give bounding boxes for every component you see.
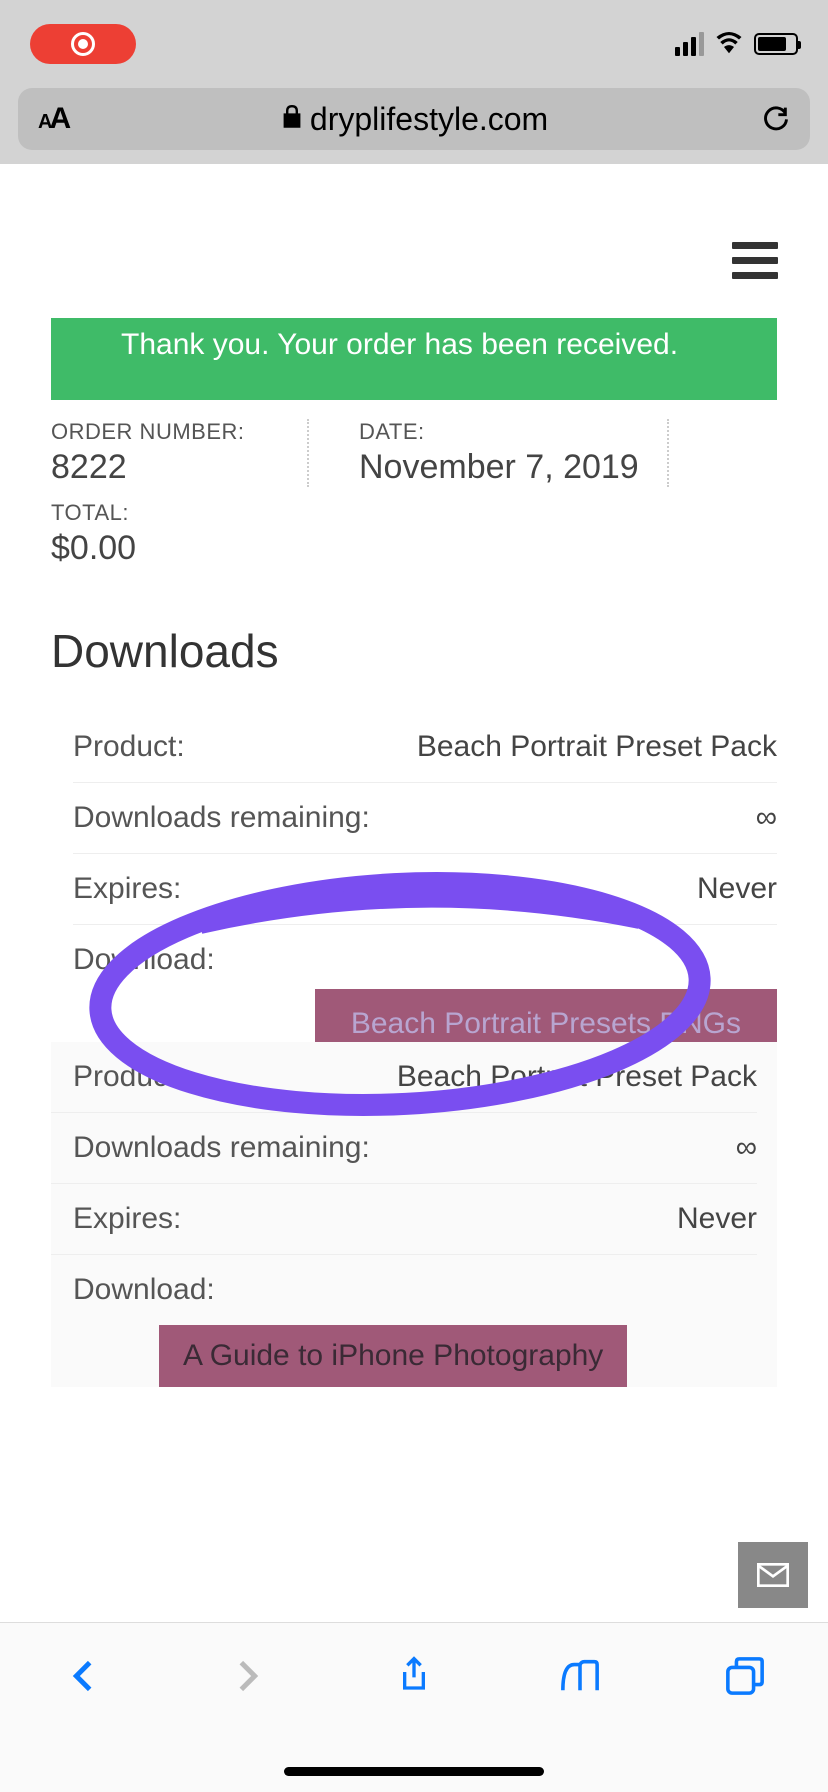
total-label: TOTAL:: [51, 500, 777, 526]
status-bar: [0, 0, 828, 88]
order-number-label: ORDER NUMBER:: [51, 419, 309, 445]
expires-value: Never: [697, 872, 777, 906]
product-value: Beach Portrait Preset Pack: [397, 1060, 757, 1094]
download-item: Product: Beach Portrait Preset Pack Down…: [51, 1042, 777, 1387]
expires-value: Never: [677, 1202, 757, 1236]
cellular-signal-icon: [675, 32, 704, 56]
mail-widget[interactable]: [738, 1542, 808, 1608]
bookmarks-button[interactable]: [555, 1651, 605, 1701]
order-details: ORDER NUMBER: 8222 DATE: November 7, 201…: [51, 414, 777, 568]
status-icons: [675, 30, 798, 59]
expires-label: Expires:: [73, 1202, 181, 1236]
remaining-value: ∞: [736, 1131, 757, 1165]
battery-icon: [754, 33, 798, 55]
lock-icon: [282, 105, 302, 134]
product-label: Product:: [73, 730, 185, 764]
hamburger-menu-icon[interactable]: [732, 242, 778, 279]
download-item: Product: Beach Portrait Preset Pack Down…: [73, 712, 777, 1077]
tabs-button[interactable]: [720, 1651, 770, 1701]
url-text: dryplifestyle.com: [310, 101, 548, 138]
share-button[interactable]: [389, 1651, 439, 1701]
url-bar[interactable]: AA dryplifestyle.com: [18, 88, 810, 150]
refresh-icon[interactable]: [762, 103, 790, 136]
total-value: $0.00: [51, 529, 777, 568]
wifi-icon: [714, 30, 744, 59]
download-button[interactable]: A Guide to iPhone Photography: [159, 1325, 627, 1387]
text-size-icon[interactable]: AA: [38, 102, 68, 136]
product-label: Product:: [73, 1060, 185, 1094]
success-banner: Thank you. Your order has been received.: [51, 318, 777, 400]
back-button[interactable]: [58, 1651, 108, 1701]
download-label: Download:: [73, 943, 215, 977]
expires-label: Expires:: [73, 872, 181, 906]
date-value: November 7, 2019: [359, 448, 669, 487]
date-label: DATE:: [359, 419, 669, 445]
remaining-label: Downloads remaining:: [73, 801, 370, 835]
page-content: Thank you. Your order has been received.…: [0, 164, 828, 1622]
download-label: Download:: [73, 1273, 215, 1307]
home-indicator[interactable]: [284, 1767, 544, 1776]
remaining-value: ∞: [756, 801, 777, 835]
screen-record-indicator[interactable]: [30, 24, 136, 64]
browser-chrome: AA dryplifestyle.com: [0, 88, 828, 164]
remaining-label: Downloads remaining:: [73, 1131, 370, 1165]
order-number-value: 8222: [51, 448, 309, 487]
forward-button[interactable]: [223, 1651, 273, 1701]
product-value: Beach Portrait Preset Pack: [417, 730, 777, 764]
browser-bottom-nav: [0, 1622, 828, 1792]
downloads-heading: Downloads: [51, 624, 279, 678]
